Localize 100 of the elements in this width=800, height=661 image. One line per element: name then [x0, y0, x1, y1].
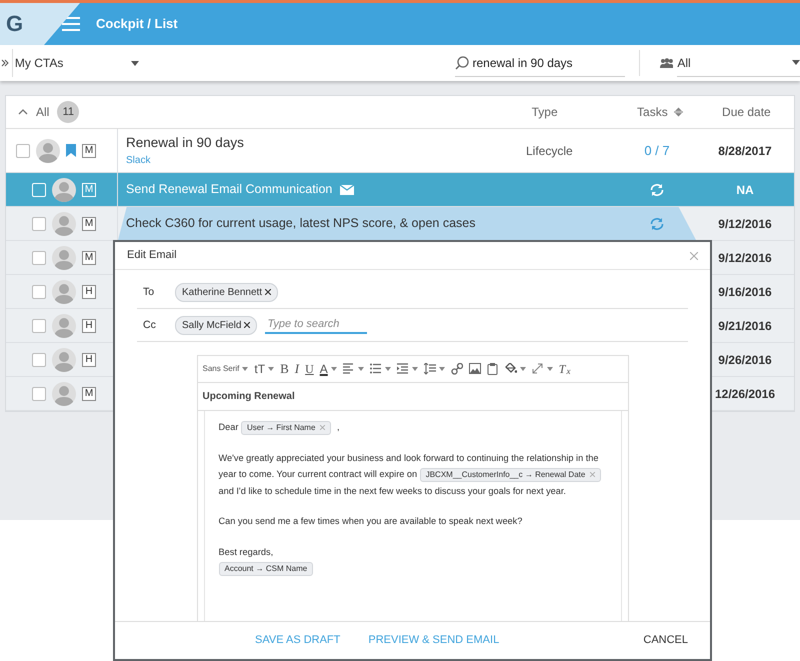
caret-icon: [130, 60, 138, 66]
text-size-button[interactable]: tT: [254, 360, 274, 378]
due-date: 8/28/2017: [718, 144, 772, 158]
list-button[interactable]: [370, 363, 391, 375]
image-button[interactable]: [468, 363, 481, 375]
paint-bucket-icon: [504, 363, 517, 375]
expand-button[interactable]: [532, 363, 553, 375]
align-icon: [342, 363, 355, 375]
cta-dropdown[interactable]: My CTAs: [12, 49, 138, 77]
checkbox[interactable]: [32, 318, 46, 332]
field-label: Cc: [142, 318, 157, 332]
font-color-button[interactable]: A: [320, 360, 337, 378]
caret-icon: [242, 367, 248, 371]
checkbox[interactable]: [32, 284, 46, 298]
column-header: Tasks: [637, 104, 668, 121]
due-date: NA: [736, 182, 754, 196]
line-height-button[interactable]: [424, 363, 445, 375]
avatar: [52, 246, 76, 270]
cancel-button[interactable]: CANCEL: [643, 632, 688, 649]
bold-button[interactable]: B: [280, 359, 289, 379]
priority-tag: H: [82, 284, 96, 298]
checkbox[interactable]: [32, 352, 46, 366]
type-cell: Lifecycle: [526, 144, 573, 158]
bookmark-icon[interactable]: [66, 144, 76, 157]
search-field[interactable]: renewal in 90 days: [454, 49, 625, 77]
italic-button[interactable]: I: [294, 359, 300, 379]
avatar: [52, 382, 76, 406]
remove-icon[interactable]: [244, 322, 250, 328]
clipboard-icon: [486, 363, 499, 375]
remove-icon[interactable]: [265, 289, 272, 295]
remove-icon: [590, 472, 596, 478]
image-icon: [468, 363, 481, 375]
close-icon[interactable]: [690, 252, 698, 260]
expand-icon[interactable]: [1, 59, 9, 67]
clear-format-button[interactable]: T$_{x}$: [558, 360, 570, 378]
caret-icon: [438, 367, 445, 371]
owner-dropdown[interactable]: All: [677, 49, 800, 77]
paste-button[interactable]: [486, 363, 499, 375]
logo: G: [0, 3, 80, 45]
due-date: 9/12/2016: [718, 216, 772, 230]
checkbox[interactable]: [32, 216, 46, 230]
priority-tag: M: [82, 216, 96, 230]
line-height-icon: [424, 363, 436, 375]
priority-tag: H: [82, 318, 96, 332]
checkbox[interactable]: [16, 144, 30, 158]
priority-tag: M: [82, 250, 96, 264]
email-body[interactable]: Dear User → First Name , We've greatly appreciated your business and look forward to continuing the relationship in the year to come. Your current contract will expire on JBCXM__CustomerInfo__c → Renewal Date and I'd like to schedule time in the next few weeks to discuss your goals for next year. Can you send me a few times when you are available to speak next week? Best regards, Account → CSM Name: [204, 411, 622, 621]
merge-field-token[interactable]: JBCXM__CustomerInfo__c → Renewal Date: [420, 468, 602, 482]
merge-field-token[interactable]: User → First Name: [240, 421, 332, 435]
indent-button[interactable]: [396, 363, 418, 375]
caret-icon: [384, 367, 391, 371]
caret-icon: [792, 60, 800, 65]
row-title[interactable]: Renewal in 90 days: [126, 132, 244, 154]
fill-color-button[interactable]: [504, 363, 526, 375]
due-date: 9/16/2016: [718, 284, 772, 298]
priority-tag: M: [82, 386, 96, 400]
recipient-chip[interactable]: Sally McField: [175, 316, 258, 334]
caret-icon: [358, 367, 364, 371]
remove-icon: [320, 425, 326, 430]
due-date: 9/26/2016: [718, 352, 772, 366]
priority-tag: H: [82, 352, 96, 366]
link-button[interactable]: [450, 363, 463, 375]
count-badge: 11: [57, 101, 80, 123]
search-icon: [454, 56, 468, 70]
avatar: [36, 138, 60, 162]
priority-tag: M: [82, 144, 96, 158]
list-row[interactable]: M Renewal in 90 days Slack Lifecycle 0 / 7 8/28/2017: [6, 129, 794, 173]
row-title[interactable]: Check C360 for current usage, latest NPS score, & open cases: [126, 214, 476, 233]
column-header: Due date: [722, 105, 771, 119]
checkbox[interactable]: [32, 386, 46, 400]
caret-icon: [412, 367, 418, 371]
due-date: 9/12/2016: [718, 250, 772, 264]
subject-field[interactable]: Upcoming Renewal: [198, 383, 628, 411]
font-dropdown[interactable]: Sans Serif: [202, 363, 248, 375]
list-icon: [370, 363, 382, 375]
collapse-icon[interactable]: [18, 109, 28, 115]
merge-field-token[interactable]: Account → CSM Name: [218, 562, 314, 576]
recipient-chip[interactable]: Katherine Bennett: [175, 282, 278, 302]
caret-icon: [546, 367, 553, 371]
group-label: All: [36, 104, 50, 121]
avatar: [52, 178, 76, 202]
field-label: To: [142, 285, 156, 299]
people-icon: [660, 58, 674, 68]
expand-icon: [532, 363, 544, 375]
indent-icon: [396, 363, 409, 375]
avatar: [52, 212, 76, 236]
column-header: Type: [532, 105, 558, 119]
dialog-title: Edit Email: [127, 248, 177, 264]
avatar: [52, 348, 76, 372]
checkbox[interactable]: [32, 250, 46, 264]
sort-icon[interactable]: [674, 107, 683, 117]
menu-icon[interactable]: [62, 17, 80, 31]
link-icon: [450, 363, 463, 375]
underline-button[interactable]: U: [305, 360, 314, 378]
caret-icon: [520, 367, 526, 371]
list-row[interactable]: M Check C360 for current usage, latest NPS score, & open cases 9/12/2016: [6, 207, 794, 241]
priority-tag: M: [82, 182, 96, 196]
avatar: [52, 280, 76, 304]
caret-icon: [268, 367, 274, 371]
align-button[interactable]: [342, 363, 364, 375]
